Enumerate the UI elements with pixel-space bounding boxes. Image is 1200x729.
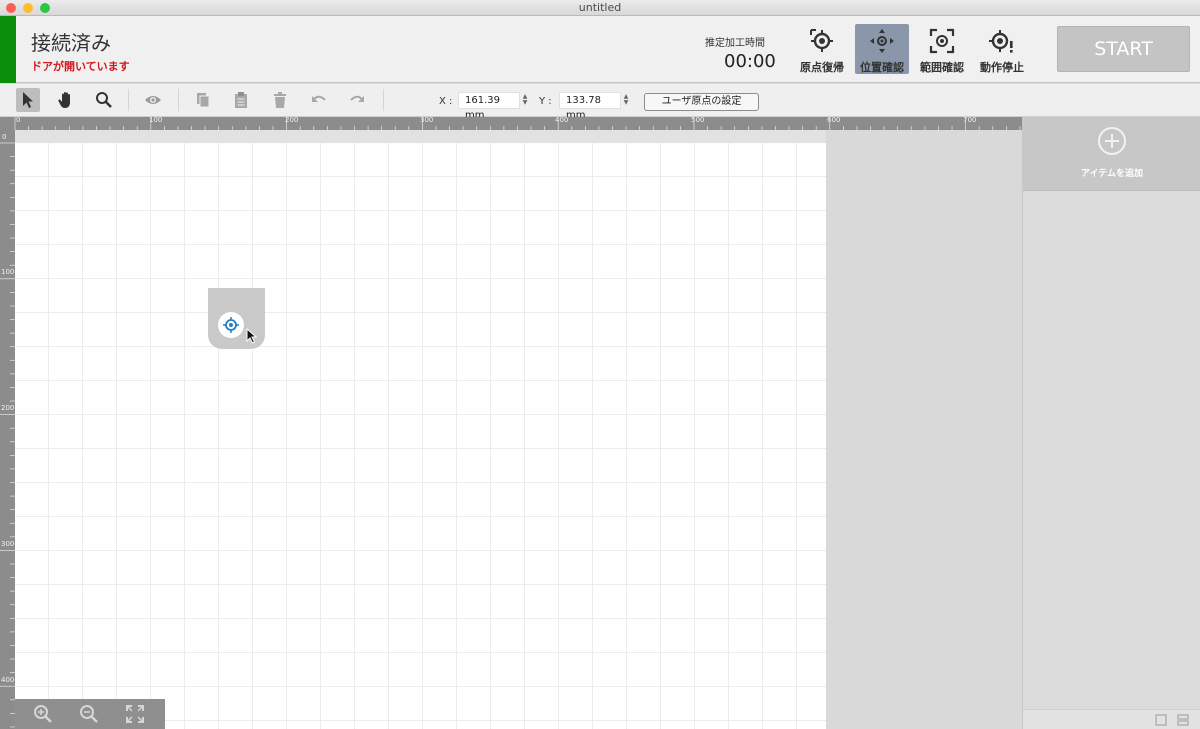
y-coordinate-input[interactable]: 133.78 mm <box>559 92 621 121</box>
ruler-label: 400 <box>1 676 15 684</box>
horizontal-ruler: 0 100 200 300 400 500 600 700 <box>0 116 1022 130</box>
crosshair-icon <box>223 317 239 333</box>
eye-icon <box>145 96 161 104</box>
ruler-label: 300 <box>420 116 434 124</box>
title-bar: untitled <box>0 0 1200 16</box>
add-circle-icon <box>1098 127 1126 155</box>
estimate-time: 00:00 <box>724 51 776 72</box>
hand-icon <box>58 92 70 108</box>
crosshair-home-icon <box>810 29 833 52</box>
set-user-origin-button[interactable]: ユーザ原点の設定 <box>644 93 759 111</box>
redo-icon <box>350 95 364 102</box>
zoom-in-icon <box>34 705 52 723</box>
copy-icon <box>197 93 210 108</box>
delete-tool[interactable] <box>268 88 292 112</box>
machine-header: 接続済み ドアが開いています 推定加工時間 00:00 原点復帰 位置確認 範囲… <box>0 16 1200 83</box>
workarea-grid[interactable] <box>15 143 826 729</box>
ruler-label: 600 <box>827 116 841 124</box>
app-window: untitled 接続済み ドアが開いています 推定加工時間 00:00 原点復… <box>0 0 1200 729</box>
zoom-tool[interactable] <box>92 88 116 112</box>
window-title: untitled <box>578 1 622 14</box>
undo-icon <box>312 95 326 102</box>
fit-screen-icon <box>126 705 144 723</box>
y-coordinate-stepper[interactable]: ▲ ▼ <box>623 94 629 106</box>
trash-icon <box>274 92 286 108</box>
toolbar-divider <box>383 89 384 111</box>
ruler-label: 500 <box>691 116 705 124</box>
item-panel: アイテムを追加 <box>1022 117 1200 729</box>
ruler-label: 0 <box>2 133 7 141</box>
undo-tool[interactable] <box>307 88 331 112</box>
mouse-cursor-icon <box>246 328 258 344</box>
fit-screen-button[interactable] <box>124 703 148 725</box>
frame-target-icon <box>929 28 955 54</box>
zoom-in-button[interactable] <box>32 703 56 725</box>
position-arrows-icon <box>870 29 894 53</box>
workarea-top-margin <box>15 130 826 143</box>
edit-toolbar: X : 161.39 mm ▲ ▼ Y : 133.78 mm ▲ ▼ ユーザ原点の… <box>0 84 1200 121</box>
single-view-icon[interactable] <box>1155 714 1167 726</box>
copy-tool[interactable] <box>191 88 215 112</box>
position-check-label: 位置確認 <box>860 61 904 74</box>
split-view-icon[interactable] <box>1177 714 1189 726</box>
x-coordinate-input[interactable]: 161.39 mm <box>458 92 520 121</box>
x-coordinate-stepper[interactable]: ▲ ▼ <box>522 94 528 106</box>
zoom-icon <box>96 92 112 108</box>
ruler-label: 700 <box>963 116 977 124</box>
hand-tool[interactable] <box>54 88 78 112</box>
door-warning: ドアが開いています <box>31 60 130 73</box>
stop-button-label: 動作停止 <box>980 61 1024 74</box>
toolbar-divider <box>128 89 129 111</box>
position-check-button[interactable]: 位置確認 <box>855 24 909 74</box>
laser-head-target <box>218 312 244 338</box>
paste-tool[interactable] <box>229 88 253 112</box>
connection-status-indicator <box>0 16 16 83</box>
estimate-label: 推定加工時間 <box>705 38 765 49</box>
ruler-label: 200 <box>1 404 15 412</box>
ruler-label: 100 <box>1 268 15 276</box>
ruler-label: 0 <box>16 116 21 124</box>
stop-target-icon <box>989 30 1013 53</box>
home-button[interactable]: 原点復帰 <box>795 24 849 74</box>
laser-head-indicator[interactable] <box>208 288 265 349</box>
start-button[interactable]: START <box>1057 26 1190 72</box>
vertical-ruler-ticks <box>0 142 15 728</box>
paste-icon <box>235 92 247 108</box>
range-check-button[interactable]: 範囲確認 <box>915 24 969 74</box>
ruler-label: 100 <box>149 116 163 124</box>
ruler-label: 200 <box>285 116 299 124</box>
zoom-controls <box>15 699 165 729</box>
redo-tool[interactable] <box>345 88 369 112</box>
connection-status: 接続済み <box>31 31 111 55</box>
stop-button[interactable]: 動作停止 <box>975 24 1029 74</box>
add-item-label: アイテムを追加 <box>1080 169 1144 179</box>
vertical-ruler: 0 100 200 300 400 <box>0 130 15 729</box>
add-item-button[interactable]: アイテムを追加 <box>1023 117 1200 191</box>
x-coordinate-label: X : <box>439 96 453 107</box>
zoom-out-icon <box>80 705 98 723</box>
select-tool[interactable] <box>16 88 40 112</box>
pointer-icon <box>23 92 33 108</box>
home-button-label: 原点復帰 <box>800 61 844 74</box>
zoom-out-button[interactable] <box>78 703 102 725</box>
toolbar-divider <box>178 89 179 111</box>
preview-tool[interactable] <box>141 88 165 112</box>
ruler-label: 300 <box>1 540 15 548</box>
panel-footer <box>1023 709 1200 729</box>
y-coordinate-label: Y : <box>539 96 552 107</box>
work-canvas[interactable] <box>15 130 1022 729</box>
range-check-label: 範囲確認 <box>920 61 964 74</box>
ruler-label: 400 <box>555 116 569 124</box>
